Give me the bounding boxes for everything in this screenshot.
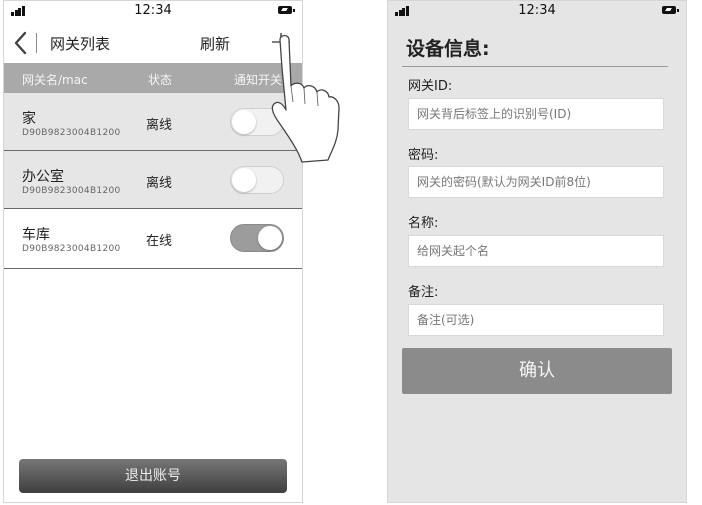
- name-label: 名称:: [408, 216, 439, 231]
- toggle-knob: [232, 110, 256, 134]
- table-row[interactable]: 车库 D90B9823004B1200 在线: [4, 209, 302, 269]
- notify-toggle[interactable]: [230, 224, 284, 252]
- logout-button[interactable]: 退出账号: [19, 459, 287, 493]
- gateway-id-label: 网关ID:: [408, 79, 453, 94]
- back-button[interactable]: [10, 29, 32, 57]
- table-row[interactable]: 家 D90B9823004B1200 离线: [4, 93, 302, 151]
- confirm-button[interactable]: 确认: [402, 348, 672, 394]
- gateway-list-screen: 12:34 网关列表 刷新 网关名/mac 状态 通知开关 家 D90B9823…: [3, 0, 303, 503]
- toggle-knob: [258, 226, 282, 250]
- toggle-knob: [232, 168, 256, 192]
- gateway-mac: D90B9823004B1200: [22, 128, 121, 138]
- gateway-mac: D90B9823004B1200: [22, 244, 121, 254]
- status-bar: 12:34: [4, 1, 302, 21]
- gateway-name: 车库: [22, 227, 50, 243]
- nav-divider: [36, 33, 37, 53]
- gateway-state: 离线: [146, 176, 173, 191]
- battery-icon: [278, 6, 295, 14]
- password-field[interactable]: [408, 166, 664, 198]
- gateway-state: 在线: [146, 234, 173, 249]
- gateway-name: 家: [22, 111, 36, 127]
- notify-toggle[interactable]: [230, 108, 284, 136]
- refresh-button[interactable]: 刷新: [200, 33, 230, 54]
- title-divider: [402, 66, 668, 67]
- gateway-mac: D90B9823004B1200: [22, 186, 121, 196]
- add-gateway-button[interactable]: [270, 31, 292, 53]
- plus-icon: [272, 33, 290, 51]
- table-header: 网关名/mac 状态 通知开关: [4, 63, 302, 93]
- table-row[interactable]: 办公室 D90B9823004B1200 离线: [4, 151, 302, 209]
- form-title: 设备信息:: [406, 38, 490, 60]
- battery-icon: [662, 6, 679, 14]
- gateway-id-field[interactable]: [408, 98, 664, 130]
- device-info-screen: 12:34 设备信息: 网关ID: 密码: 名称: 备注: 确认: [387, 0, 687, 503]
- column-header-state: 状态: [148, 73, 173, 87]
- remark-label: 备注:: [408, 285, 439, 300]
- gateway-table: 家 D90B9823004B1200 离线 办公室 D90B9823004B12…: [4, 93, 302, 269]
- status-time: 12:34: [518, 3, 556, 18]
- back-arrow-icon: [14, 31, 27, 55]
- page-title: 网关列表: [50, 35, 111, 53]
- remark-field[interactable]: [408, 304, 664, 336]
- status-time: 12:34: [134, 3, 172, 18]
- gateway-name: 办公室: [22, 169, 64, 185]
- column-header-notify: 通知开关: [234, 73, 283, 87]
- status-bar: 12:34: [388, 1, 686, 21]
- password-label: 密码:: [408, 148, 439, 163]
- name-field[interactable]: [408, 235, 664, 267]
- column-header-name-mac: 网关名/mac: [22, 73, 88, 87]
- gateway-state: 离线: [146, 118, 173, 133]
- notify-toggle[interactable]: [230, 166, 284, 194]
- nav-bar: 网关列表 刷新: [4, 25, 302, 61]
